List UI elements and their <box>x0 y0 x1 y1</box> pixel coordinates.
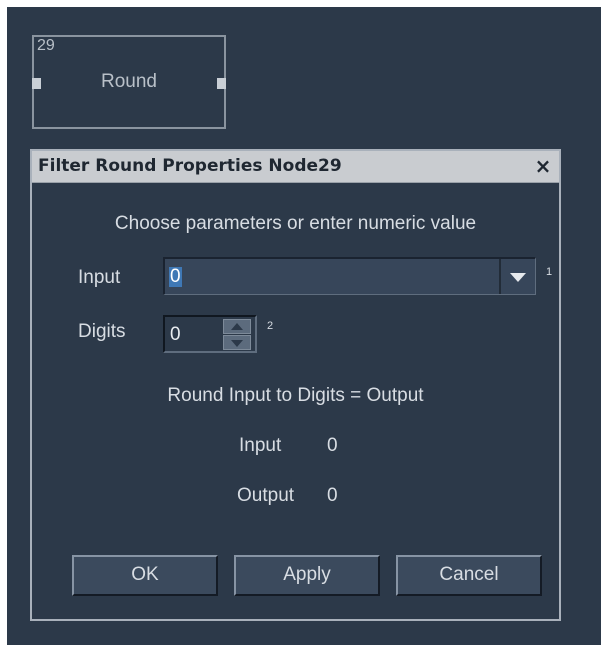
ok-button[interactable]: OK <box>72 555 218 596</box>
patch-canvas: 29 Round Filter Round Properties Node29 … <box>7 7 601 645</box>
dialog-titlebar[interactable]: Filter Round Properties Node29 × <box>32 151 559 183</box>
readout-output-value: 0 <box>327 485 338 506</box>
cancel-button[interactable]: Cancel <box>396 555 542 596</box>
input-combobox[interactable]: 0 <box>163 257 536 295</box>
input-label: Input <box>78 267 121 288</box>
node-label: Round <box>101 71 157 92</box>
instruction-text: Choose parameters or enter numeric value <box>114 213 477 234</box>
arrow-down-icon[interactable] <box>223 335 251 350</box>
readout-output-label: Output <box>237 485 295 506</box>
chevron-down-icon[interactable] <box>499 259 535 294</box>
input-index: 1 <box>546 266 553 278</box>
node-id: 29 <box>37 37 55 54</box>
input-value[interactable]: 0 <box>169 267 182 287</box>
dialog-title: Filter Round Properties Node29 <box>38 156 342 176</box>
readout-input-value: 0 <box>327 435 338 456</box>
readout-input-label: Input <box>239 435 282 456</box>
apply-button[interactable]: Apply <box>234 555 380 596</box>
node-output-pin[interactable] <box>217 78 226 89</box>
digits-spinner[interactable]: 0 <box>163 315 257 353</box>
round-node[interactable]: 29 Round <box>32 35 226 129</box>
properties-dialog: Filter Round Properties Node29 × Choose … <box>30 149 561 621</box>
digits-value[interactable]: 0 <box>170 324 181 346</box>
formula-text: Round Input to Digits = Output <box>167 385 424 406</box>
close-icon[interactable]: × <box>533 155 553 177</box>
digits-label: Digits <box>78 321 126 342</box>
arrow-up-icon[interactable] <box>223 319 251 334</box>
digits-index: 2 <box>267 320 274 332</box>
